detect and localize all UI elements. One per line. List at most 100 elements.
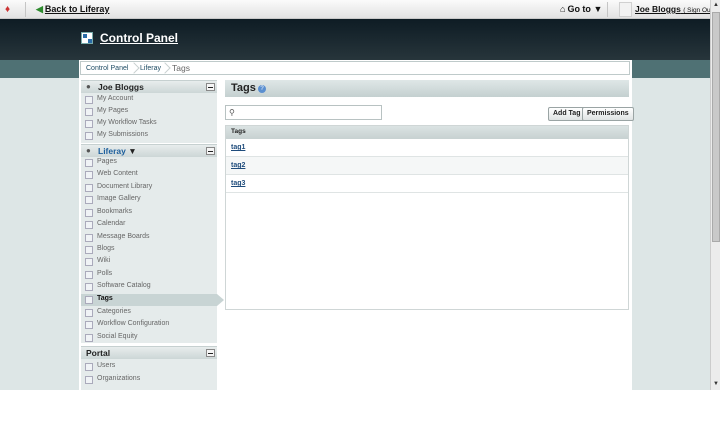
chevron-down-icon: ▼ <box>593 4 603 14</box>
portlet-title-bar: Tags ? <box>225 80 629 97</box>
pages-icon <box>85 159 93 167</box>
sidebar-item-workflow-configuration[interactable]: Workflow Configuration <box>81 319 217 331</box>
scroll-down-icon[interactable]: ▼ <box>712 380 720 389</box>
sidebar-item-my-workflow-tasks[interactable]: My Workflow Tasks <box>81 118 217 130</box>
user-name-wrapper: Joe Bloggs ( Sign Out ) <box>635 4 716 14</box>
workflow-icon <box>85 321 93 329</box>
go-to-menu[interactable]: ⌂ Go to ▼ <box>560 4 602 14</box>
scrollbar-thumb[interactable] <box>712 12 720 242</box>
tag-link[interactable]: tag3 <box>231 180 245 187</box>
help-icon[interactable]: ? <box>258 85 266 93</box>
back-to-liferay-link[interactable]: ◀ Back to Liferay <box>36 4 109 15</box>
sidebar-item-document-library[interactable]: Document Library <box>81 182 217 194</box>
portal-panel-body: Users Organizations <box>81 359 217 390</box>
sidebar-item-organizations[interactable]: Organizations <box>81 374 217 386</box>
web-content-icon <box>85 171 93 179</box>
sidebar-item-social-equity[interactable]: Social Equity <box>81 332 217 344</box>
document-library-icon <box>85 184 93 192</box>
liferay-logo-icon: ♦ <box>5 4 11 15</box>
community-name: Liferay <box>98 146 126 156</box>
breadcrumb-current: Tags <box>172 63 190 73</box>
collapse-icon[interactable] <box>206 147 215 155</box>
categories-icon <box>85 309 93 317</box>
tag-link[interactable]: tag2 <box>231 162 245 169</box>
sidebar-item-label: Document Library <box>97 183 153 190</box>
message-boards-icon <box>85 234 93 242</box>
table-row: tag3 <box>226 175 628 193</box>
dockbar-separator-2 <box>607 2 608 17</box>
add-tag-button[interactable]: Add Tag <box>548 107 586 121</box>
sidebar-item-web-content[interactable]: Web Content <box>81 169 217 181</box>
control-panel-header: Control Panel <box>0 19 710 60</box>
search-icon: ⚲ <box>229 108 235 117</box>
sidebar-item-label: Organizations <box>97 375 141 382</box>
browser-viewport: ♦ ◀ Back to Liferay ⌂ Go to ▼ Joe Bloggs (… <box>0 0 720 390</box>
chevron-down-icon[interactable]: ▼ <box>128 146 136 156</box>
sidebar-item-label: Social Equity <box>97 333 138 340</box>
sidebar-item-software-catalog[interactable]: Software Catalog <box>81 281 217 293</box>
sidebar-item-bookmarks[interactable]: Bookmarks <box>81 207 217 219</box>
account-icon <box>85 96 93 104</box>
sidebar-item-label: My Workflow Tasks <box>97 119 157 126</box>
organizations-icon <box>85 376 93 384</box>
sidebar-item-label: Workflow Configuration <box>97 320 170 327</box>
sidebar-item-tags[interactable]: Tags <box>81 294 224 306</box>
community-panel-body: Pages Web Content Document Library Image… <box>81 157 224 344</box>
sidebar-item-message-boards[interactable]: Message Boards <box>81 232 217 244</box>
tag-search-box: ⚲ <box>225 105 382 120</box>
breadcrumb-control-panel[interactable]: Control Panel <box>86 63 128 75</box>
community-panel-header[interactable]: ● Liferay ▼ <box>81 144 217 157</box>
tag-link[interactable]: tag1 <box>231 144 245 151</box>
dockbar-separator <box>25 2 26 17</box>
social-equity-icon <box>85 334 93 342</box>
sidebar-item-label: Polls <box>97 270 113 277</box>
sidebar-item-categories[interactable]: Categories <box>81 307 217 319</box>
polls-icon <box>85 271 93 279</box>
sidebar-item-pages[interactable]: Pages <box>81 157 217 169</box>
sidebar-item-image-gallery[interactable]: Image Gallery <box>81 194 217 206</box>
sidebar-item-label: Pages <box>97 158 117 165</box>
breadcrumb: Control Panel Liferay Tags <box>80 61 630 75</box>
sidebar-item-calendar[interactable]: Calendar <box>81 219 217 231</box>
sidebar-item-label: Blogs <box>97 245 115 252</box>
sidebar-item-blogs[interactable]: Blogs <box>81 244 217 256</box>
sidebar-item-label: Image Gallery <box>97 195 141 202</box>
column-header-tags: Tags <box>231 128 246 135</box>
sidebar-item-label: Calendar <box>97 220 126 227</box>
breadcrumb-separator <box>161 62 167 74</box>
breadcrumb-separator <box>130 62 136 74</box>
sidebar-item-label: My Account <box>97 95 134 102</box>
sidebar-item-my-account[interactable]: My Account <box>81 94 217 106</box>
tag-search-input[interactable] <box>240 107 380 118</box>
scroll-up-icon[interactable]: ▲ <box>712 1 720 10</box>
sidebar: ● Joe Bloggs My Account My Pages My Work… <box>81 78 224 390</box>
software-catalog-icon <box>85 283 93 291</box>
user-icon: ● <box>86 82 91 91</box>
user-name-link[interactable]: Joe Bloggs <box>635 4 681 14</box>
vertical-scrollbar[interactable]: ▲ ▼ <box>710 0 720 390</box>
tags-icon <box>85 296 93 304</box>
dockbar: ♦ ◀ Back to Liferay ⌂ Go to ▼ Joe Bloggs (… <box>0 0 716 19</box>
table-row: tag1 <box>226 139 628 157</box>
wiki-icon <box>85 258 93 266</box>
sidebar-item-wiki[interactable]: Wiki <box>81 256 217 268</box>
breadcrumb-liferay[interactable]: Liferay <box>140 63 161 75</box>
collapse-icon[interactable] <box>206 349 215 357</box>
blogs-icon <box>85 246 93 254</box>
sidebar-item-polls[interactable]: Polls <box>81 269 217 281</box>
back-arrow-icon: ◀ <box>36 4 43 14</box>
sidebar-item-label: Wiki <box>97 257 111 264</box>
user-panel-header[interactable]: ● Joe Bloggs <box>81 80 217 93</box>
sidebar-item-users[interactable]: Users <box>81 361 217 373</box>
calendar-icon <box>85 221 93 229</box>
collapse-icon[interactable] <box>206 83 215 91</box>
tags-table-header: Tags <box>226 126 628 139</box>
control-panel-title[interactable]: Control Panel <box>100 31 178 45</box>
sidebar-item-my-submissions[interactable]: My Submissions <box>81 130 217 142</box>
sidebar-item-my-pages[interactable]: My Pages <box>81 106 217 118</box>
portal-panel-header[interactable]: Portal <box>81 346 217 359</box>
back-to-liferay-label: Back to Liferay <box>44 4 110 14</box>
community-icon: ● <box>86 146 91 155</box>
tags-portlet: Tags ? ⚲ Add Tag Permissions Tags tag1 t… <box>225 80 634 310</box>
permissions-button[interactable]: Permissions <box>582 107 634 121</box>
